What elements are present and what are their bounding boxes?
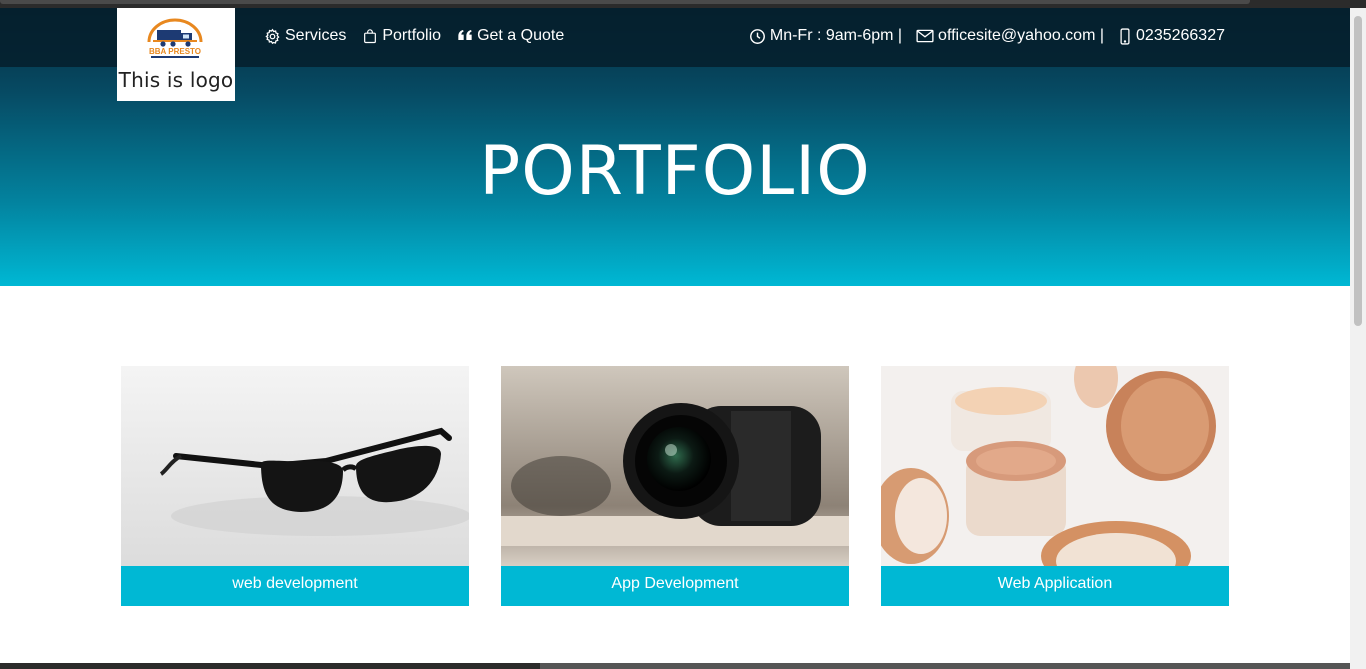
browser-top-strip-bar [0, 0, 1250, 4]
card-label: App Development [501, 566, 849, 606]
nav-portfolio-label: Portfolio [382, 27, 442, 44]
nav-links: Services Portfolio Get a Quote [264, 27, 564, 45]
horizontal-scrollbar[interactable] [0, 663, 1350, 669]
logo-caption: This is logo [118, 68, 234, 92]
truck-logo-icon: BBA PRESTO [147, 18, 203, 58]
office-hours: Mn-Fr : 9am-6pm | [749, 27, 902, 45]
mobile-phone-icon [1120, 27, 1130, 45]
office-hours-text: Mn-Fr : 9am-6pm | [769, 27, 903, 44]
page-title: PORTFOLIO [479, 132, 871, 211]
nav-portfolio-link[interactable]: Portfolio [362, 27, 441, 45]
phone-contact[interactable]: 0235266327 [1118, 27, 1225, 45]
horizontal-scrollbar-thumb[interactable] [540, 663, 1350, 669]
nav-services-label: Services [285, 27, 347, 44]
phone-text: 0235266327 [1136, 27, 1225, 44]
vertical-scrollbar[interactable] [1350, 8, 1366, 669]
nav-quote-label: Get a Quote [477, 27, 565, 44]
portfolio-card[interactable]: web development [121, 366, 469, 606]
nav-services-link[interactable]: Services [264, 27, 346, 45]
page: Services Portfolio Get a Quote Mn-Fr: 9… [0, 8, 1350, 669]
cosmetic-jars-photo [881, 366, 1229, 566]
email-text: officesite@yahoo.com | [938, 27, 1105, 44]
nav-quote-link[interactable]: Get a Quote [457, 27, 564, 45]
browser-top-strip [0, 0, 1366, 8]
envelope-icon [916, 29, 934, 43]
logo[interactable]: BBA PRESTO This is logo [117, 8, 235, 101]
gear-icon [265, 28, 280, 44]
clock-icon [749, 28, 765, 44]
shopping-bag-icon [364, 28, 377, 43]
portfolio-card[interactable]: Web Application [881, 366, 1229, 606]
sunglasses-photo [121, 366, 469, 566]
card-label: Web Application [881, 566, 1229, 606]
contact-info: Mn-Fr : 9am-6pm | officesite@yahoo.com |… [749, 27, 1225, 45]
card-label: web development [121, 566, 469, 606]
logo-wordmark: BBA PRESTO [149, 47, 201, 56]
quote-icon [458, 30, 472, 40]
portfolio-grid: web development App Development Web Appl… [121, 366, 1229, 606]
email-contact[interactable]: officesite@yahoo.com | [916, 27, 1104, 45]
portfolio-card[interactable]: App Development [501, 366, 849, 606]
camera-lens-photo [501, 366, 849, 566]
vertical-scrollbar-thumb[interactable] [1354, 16, 1362, 326]
